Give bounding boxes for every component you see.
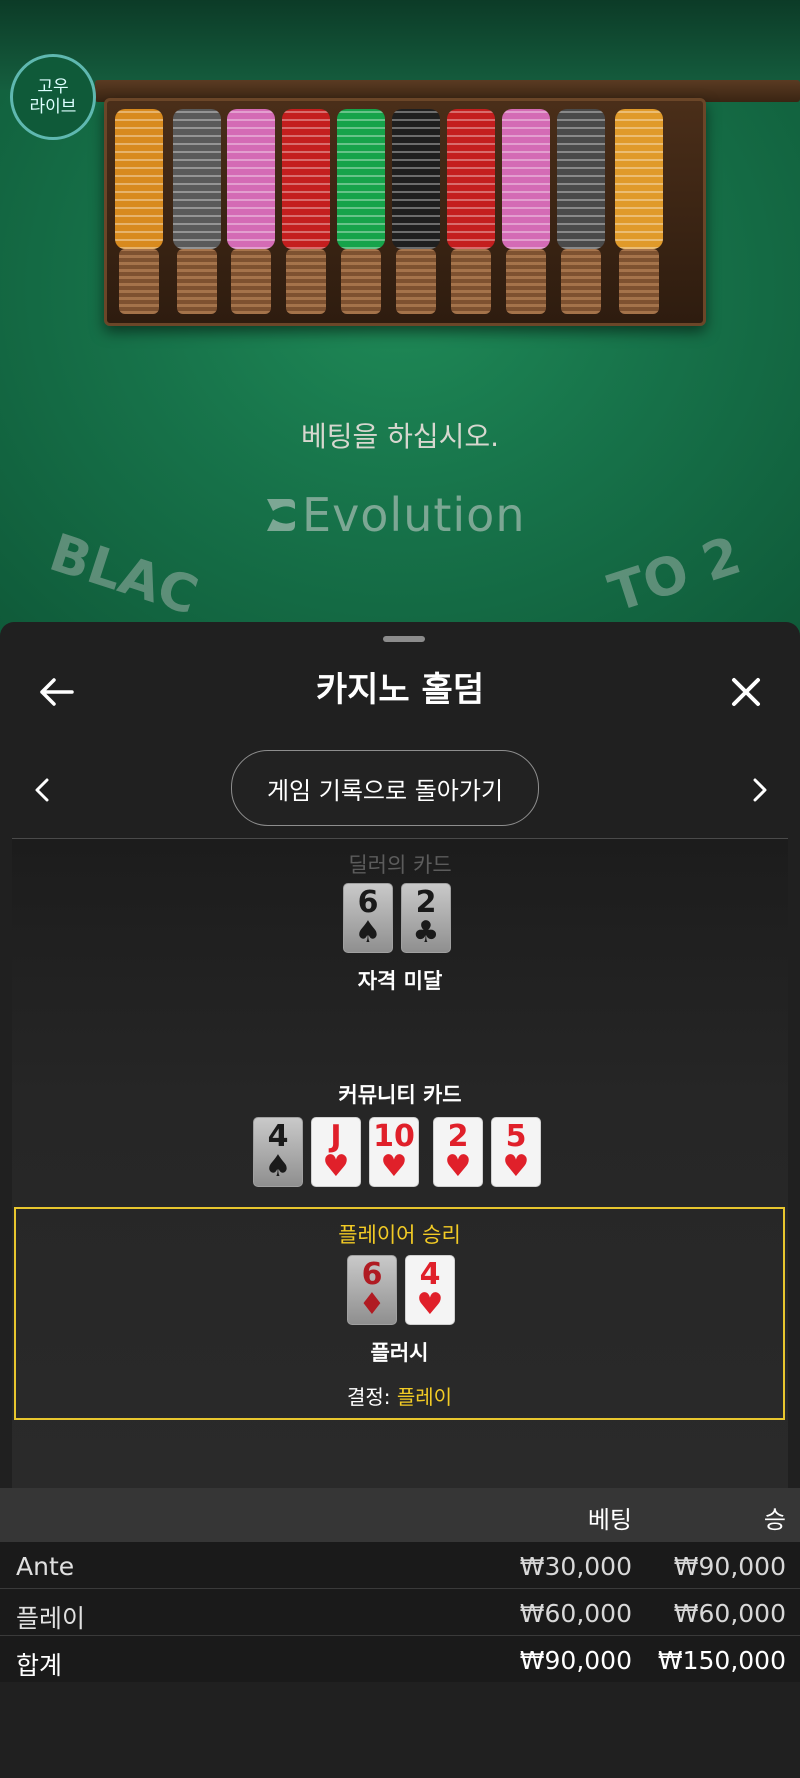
community-card: 4 ♠: [253, 1117, 303, 1187]
badge-line1: 고우: [37, 77, 69, 97]
felt-top-shade: [0, 0, 800, 90]
sheet-title: 카지노 홀덤: [315, 670, 485, 710]
chip-stack: [557, 109, 605, 314]
total-bet: ₩90,000: [519, 1646, 632, 1675]
chip-tray: [104, 98, 706, 326]
next-round-button[interactable]: [740, 768, 780, 812]
chip-stack: [337, 109, 385, 314]
dealer-card: 6 ♠: [343, 883, 393, 953]
chip-stack: [227, 109, 275, 314]
chip-stack: [282, 109, 330, 314]
close-icon: [732, 678, 760, 706]
chip-stack: [173, 109, 221, 314]
chip-stack: [115, 109, 163, 314]
evolution-brand-text: Evolution: [302, 488, 526, 542]
player-hand-rank: 플러시: [370, 1341, 429, 1365]
previous-round-button[interactable]: [22, 768, 62, 812]
table-row: 플레이 ₩60,000 ₩60,000: [0, 1589, 800, 1636]
evolution-logo-icon: [267, 499, 295, 531]
win-amount: ₩90,000: [673, 1552, 786, 1581]
column-header-bet: 베팅: [587, 1506, 632, 1534]
bet-table-header: 베팅 승: [0, 1488, 800, 1542]
round-result-area: 딜러의 카드 6 ♠ 2 ♣ 자격 미달 커뮤니티 카드 4 ♠ J ♥ 10 ♥ 2 ♥ …: [12, 839, 788, 1489]
table-row: Ante ₩30,000 ₩90,000: [0, 1542, 800, 1589]
back-to-game-history-button[interactable]: 게임 기록으로 돌아가기: [231, 750, 539, 826]
player-win-label: 플레이어 승리: [338, 1223, 461, 1247]
close-button[interactable]: [718, 664, 774, 720]
community-card: 2 ♥: [433, 1117, 483, 1187]
dealer-cards-label: 딜러의 카드: [348, 853, 452, 877]
table-arc-text-left: BLAC: [42, 523, 205, 627]
player-result-box: 플레이어 승리 6 ♦ 4 ♥ 플러시 결정: 플레이: [14, 1207, 785, 1420]
casino-logo-badge: 고우 라이브: [10, 54, 96, 140]
total-row: 합계 ₩90,000 ₩150,000: [0, 1636, 800, 1682]
decision-line: 결정: 플레이: [16, 1381, 783, 1410]
betting-prompt: 베팅을 하십시오.: [300, 420, 500, 453]
game-history-sheet: 카지노 홀덤 게임 기록으로 돌아가기 딜러의 카드 6 ♠ 2 ♣ 자격 미달 커…: [0, 622, 800, 1778]
chevron-right-icon: [753, 778, 767, 802]
dealer-card: 2 ♣: [401, 883, 451, 953]
chip-stack: [615, 109, 663, 314]
badge-line2: 라이브: [29, 97, 77, 117]
bet-name: 플레이: [16, 1604, 86, 1633]
community-cards-label: 커뮤니티 카드: [338, 1083, 462, 1107]
player-card: 4 ♥: [405, 1255, 455, 1325]
bet-amount: ₩60,000: [519, 1599, 632, 1628]
chip-stack: [392, 109, 440, 314]
community-card: 10 ♥: [369, 1117, 419, 1187]
total-label: 합계: [16, 1651, 63, 1680]
decision-value: 플레이: [396, 1385, 453, 1409]
player-card: 6 ♦: [347, 1255, 397, 1325]
sheet-drag-handle[interactable]: [383, 636, 425, 642]
decision-label: 결정:: [346, 1385, 391, 1409]
bet-name: Ante: [16, 1552, 75, 1581]
live-video-felt: 고우 라이브 베팅을 하십시오. Evolution BLAC TO 2: [0, 0, 800, 640]
community-card: 5 ♥: [491, 1117, 541, 1187]
chip-stack: [447, 109, 495, 314]
bet-amount: ₩30,000: [519, 1552, 632, 1581]
total-win: ₩150,000: [657, 1646, 786, 1675]
chevron-left-icon: [35, 778, 49, 802]
chip-stack: [502, 109, 550, 314]
column-header-win: 승: [763, 1506, 786, 1534]
community-card: J ♥: [311, 1117, 361, 1187]
dealer-status: 자격 미달: [357, 969, 443, 993]
win-amount: ₩60,000: [673, 1599, 786, 1628]
table-arc-text-right: TO 2: [602, 525, 748, 625]
